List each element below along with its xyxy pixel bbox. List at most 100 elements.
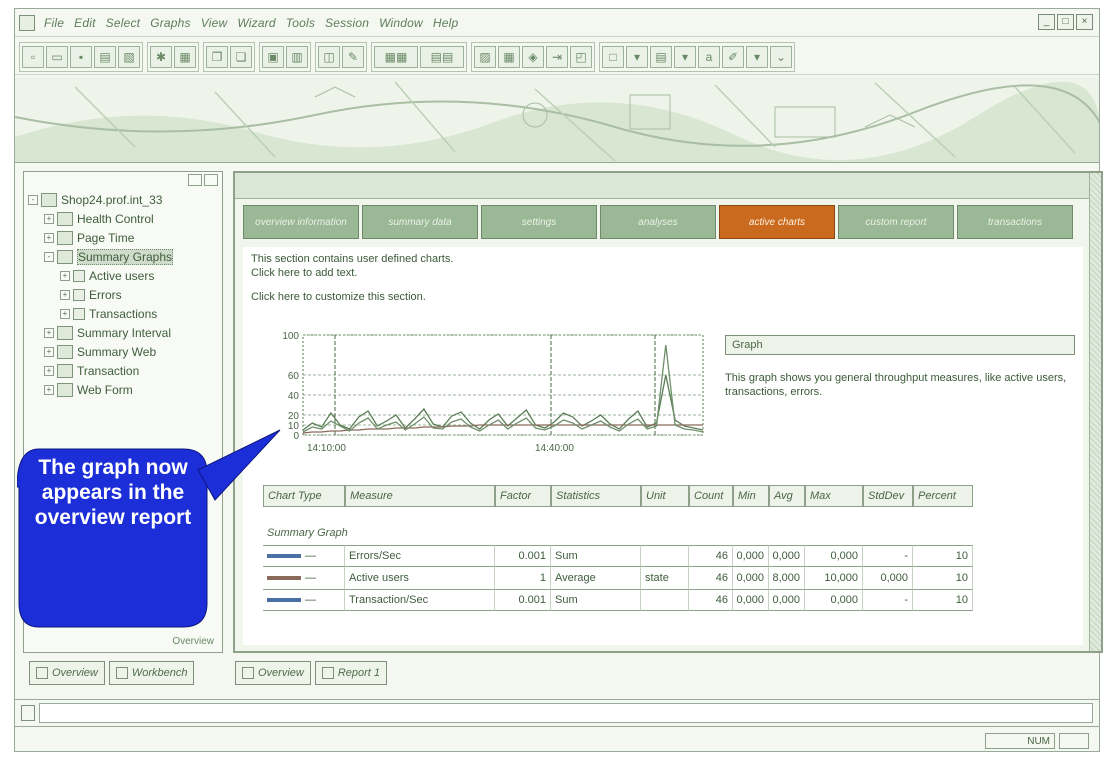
column-header[interactable]: Max <box>805 485 863 507</box>
column-header[interactable]: Percent <box>913 485 973 507</box>
menu-session[interactable]: Session <box>325 16 369 30</box>
arrow-icon[interactable]: ⇥ <box>546 45 568 68</box>
grid-icon[interactable]: ▦ <box>498 45 520 68</box>
export-icon[interactable]: ▧ <box>118 45 140 68</box>
open-icon[interactable]: ▭ <box>46 45 68 68</box>
more-icon[interactable]: ⌄ <box>770 45 792 68</box>
expand-icon[interactable]: + <box>44 232 54 243</box>
line-style-icon[interactable]: ▾ <box>626 45 648 68</box>
tree-item[interactable]: + Health Control <box>28 209 218 228</box>
tree-item[interactable]: + Page Time <box>28 228 218 247</box>
expand-icon[interactable]: + <box>44 213 54 224</box>
pen-icon[interactable]: ✐ <box>722 45 744 68</box>
column-header[interactable]: Avg <box>769 485 805 507</box>
expand-icon[interactable]: + <box>60 270 70 281</box>
pointer-icon[interactable]: ▾ <box>746 45 768 68</box>
tab-settings[interactable]: settings <box>481 205 597 239</box>
fill-icon[interactable]: ▤ <box>650 45 672 68</box>
scrollbar[interactable] <box>1089 173 1101 651</box>
tab-summary-data[interactable]: summary data <box>362 205 478 239</box>
menu-graphs[interactable]: Graphs <box>150 16 191 30</box>
color-icon[interactable]: ▾ <box>674 45 696 68</box>
menu-view[interactable]: View <box>201 16 228 30</box>
zoom-out-icon[interactable]: ▥ <box>286 45 308 68</box>
tree-item-label: Summary Graphs <box>77 248 174 265</box>
column-header[interactable]: Count <box>689 485 733 507</box>
new-icon[interactable]: ▫ <box>22 45 44 68</box>
tab-workbench[interactable]: Workbench <box>108 661 195 685</box>
tab-custom-report[interactable]: custom report <box>838 205 954 239</box>
maximize-button[interactable]: □ <box>1057 14 1074 30</box>
expand-icon[interactable]: + <box>60 308 70 319</box>
tab-active-charts[interactable]: active charts <box>719 205 835 239</box>
menu-file[interactable]: File <box>44 16 64 30</box>
menu-window[interactable]: Window <box>379 16 423 30</box>
expand-icon[interactable]: + <box>44 346 54 357</box>
summary-graph[interactable]: 0 10 20 40 60 100 14:10:00 14:40:00 <box>243 327 713 467</box>
add-graph-icon[interactable]: ▦▦ <box>374 45 418 68</box>
measure-icon <box>73 269 85 282</box>
expand-icon[interactable]: + <box>60 289 70 300</box>
legend-icon[interactable]: ◈ <box>522 45 544 68</box>
command-input[interactable] <box>39 703 1093 723</box>
layout-icon[interactable]: ▨ <box>474 45 496 68</box>
minimize-button[interactable]: _ <box>1038 14 1055 30</box>
pane-pin-icon[interactable] <box>188 174 202 186</box>
pane-close-icon[interactable] <box>204 174 218 186</box>
tree-item[interactable]: + Active users <box>28 266 218 285</box>
collapse-icon[interactable]: - <box>28 194 38 205</box>
tree-item[interactable]: + Summary Web <box>28 342 218 361</box>
table-row[interactable]: — Transaction/Sec 0.001 Sum 46 0,000 0,000 0,00… <box>263 589 973 611</box>
measures-table: — Errors/Sec 0.001 Sum 46 0,000 0,000 0,000-10—… <box>263 545 973 611</box>
tab-overview-doc[interactable]: Overview <box>235 661 311 685</box>
tab-overview-information[interactable]: overview information <box>243 205 359 239</box>
collapse-icon[interactable]: - <box>44 251 54 262</box>
tree-item[interactable]: + Web Form <box>28 380 218 399</box>
tree-item[interactable]: - Summary Graphs <box>28 247 218 266</box>
menu-select[interactable]: Select <box>106 16 141 30</box>
tree-item[interactable]: + Summary Interval <box>28 323 218 342</box>
customize-link[interactable]: Click here to customize this section. <box>251 291 426 303</box>
column-header[interactable]: Unit <box>641 485 689 507</box>
print-icon[interactable]: ▤ <box>94 45 116 68</box>
tree-item[interactable]: + Errors <box>28 285 218 304</box>
column-header[interactable]: Chart Type <box>263 485 345 507</box>
callout-bubble: The graph now appears in the overview re… <box>17 447 211 631</box>
menu-edit[interactable]: Edit <box>74 16 95 30</box>
column-header[interactable]: Factor <box>495 485 551 507</box>
copy-icon[interactable]: ❐ <box>206 45 228 68</box>
tab-transactions[interactable]: transactions <box>957 205 1073 239</box>
disk-icon[interactable]: ▦ <box>174 45 196 68</box>
save-icon[interactable]: ▪ <box>70 45 92 68</box>
column-header[interactable]: Min <box>733 485 769 507</box>
tree-item[interactable]: - Shop24.prof.int_33 <box>28 190 218 209</box>
table-row[interactable]: — Errors/Sec 0.001 Sum 46 0,000 0,000 0,000-10 <box>263 545 973 567</box>
tab-analyses[interactable]: analyses <box>600 205 716 239</box>
add-text-link[interactable]: Click here to add text. <box>251 267 357 279</box>
close-button[interactable]: × <box>1076 14 1093 30</box>
column-header[interactable]: StdDev <box>863 485 913 507</box>
expand-icon[interactable]: + <box>44 384 54 395</box>
tree-item[interactable]: + Transactions <box>28 304 218 323</box>
menu-help[interactable]: Help <box>433 16 458 30</box>
table-row[interactable]: — Active users 1 Average state 46 0,000 8,000 10… <box>263 567 973 589</box>
menu-wizard[interactable]: Wizard <box>237 16 275 30</box>
paste-icon[interactable]: ❏ <box>230 45 252 68</box>
tree-item-label: Errors <box>89 287 122 302</box>
rect-icon[interactable]: □ <box>602 45 624 68</box>
expand-icon[interactable]: + <box>44 327 54 338</box>
filter-icon[interactable]: ◫ <box>318 45 340 68</box>
settings-icon[interactable]: ✱ <box>150 45 172 68</box>
expand-icon[interactable]: + <box>44 365 54 376</box>
font-icon[interactable]: a <box>698 45 720 68</box>
column-header[interactable]: Measure <box>345 485 495 507</box>
tree-item[interactable]: + Transaction <box>28 361 218 380</box>
menu-tools[interactable]: Tools <box>286 16 315 30</box>
chart-icon[interactable]: ◰ <box>570 45 592 68</box>
edit-icon[interactable]: ✎ <box>342 45 364 68</box>
merge-graph-icon[interactable]: ▤▤ <box>420 45 464 68</box>
zoom-in-icon[interactable]: ▣ <box>262 45 284 68</box>
tab-overview[interactable]: Overview <box>29 661 105 685</box>
column-header[interactable]: Statistics <box>551 485 641 507</box>
tab-report-1[interactable]: Report 1 <box>314 661 388 685</box>
